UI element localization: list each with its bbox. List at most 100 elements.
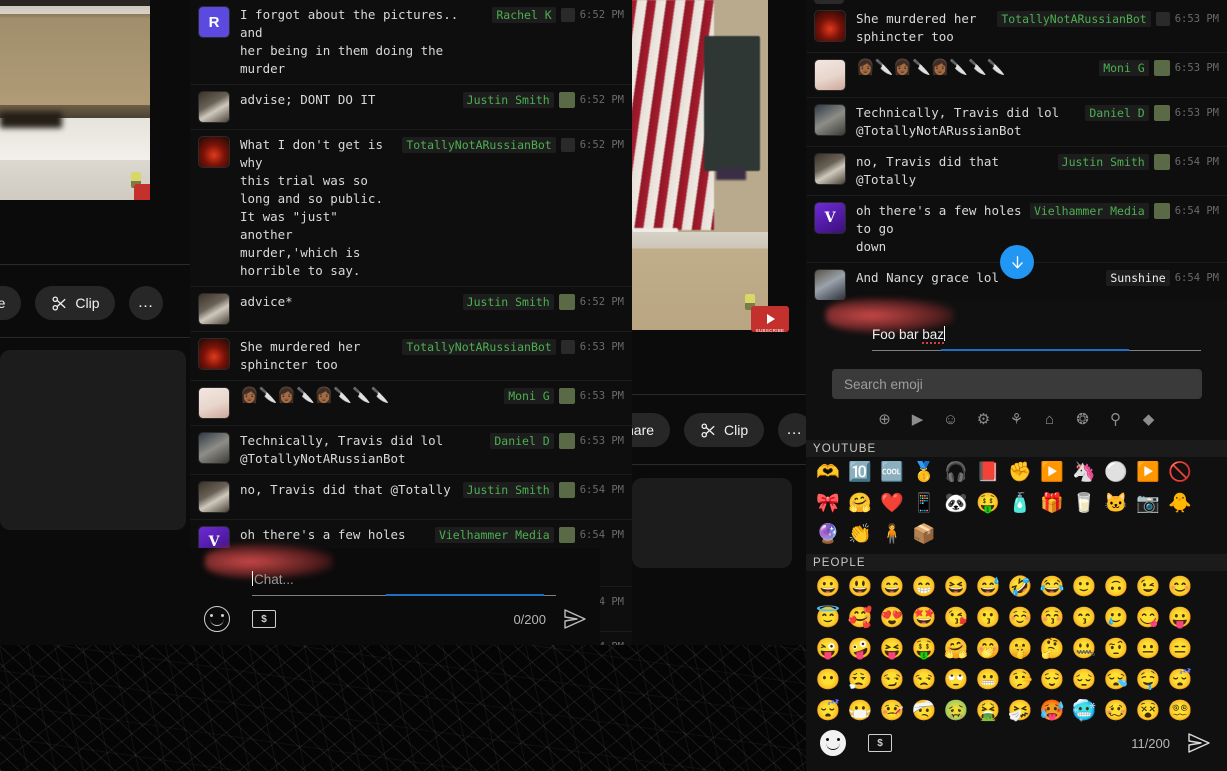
emoji-button[interactable]: 🙂: [1068, 571, 1100, 602]
emoji-button[interactable]: ✊: [1004, 457, 1036, 488]
emoji-button[interactable]: ▶️: [1036, 457, 1068, 488]
emoji-button[interactable]: 🤣: [1004, 571, 1036, 602]
avatar[interactable]: [814, 10, 846, 42]
emoji-button[interactable]: 😴: [812, 695, 844, 726]
video-player-middle[interactable]: [632, 0, 768, 330]
chat-input-left[interactable]: Chat...: [252, 570, 556, 596]
emoji-button[interactable]: 🤗: [940, 633, 972, 664]
emoji-button[interactable]: 🥵: [1036, 695, 1068, 726]
avatar[interactable]: [198, 481, 230, 513]
emoji-button[interactable]: 🐼: [940, 488, 972, 519]
emoji-button[interactable]: 😛: [1164, 602, 1196, 633]
emoji-button[interactable]: 🤧: [1004, 695, 1036, 726]
emoji-button[interactable]: 🦄: [1068, 457, 1100, 488]
chat-author-name[interactable]: Sunshine: [1106, 270, 1169, 286]
emoji-picker-button-left[interactable]: [204, 606, 230, 632]
chat-message-row[interactable]: RI forgot about the pictures.. and her b…: [190, 0, 632, 85]
emoji-button[interactable]: 😗: [972, 602, 1004, 633]
send-button-left[interactable]: [564, 609, 586, 629]
emoji-button[interactable]: 🤭: [972, 633, 1004, 664]
chat-message-row[interactable]: advise; DONT DO ITJustin Smith6:52 PM: [190, 85, 632, 130]
chat-author-name[interactable]: Vielhammer Media: [1030, 203, 1149, 219]
emoji-button[interactable]: 🤥: [1004, 664, 1036, 695]
chat-input-right[interactable]: Foo bar baz: [872, 325, 1201, 351]
emoji-button[interactable]: 🚫: [1164, 457, 1196, 488]
emoji-button[interactable]: 😏: [876, 664, 908, 695]
chat-message-row[interactable]: She murdered her sphincter tooTotallyNot…: [806, 4, 1227, 53]
emoji-button[interactable]: 🤑: [908, 633, 940, 664]
emoji-button[interactable]: 😁: [908, 571, 940, 602]
youtube-icon[interactable]: ▶: [907, 408, 929, 430]
super-chat-button-left[interactable]: $: [252, 610, 276, 628]
lightbulb-icon[interactable]: ⚲: [1105, 408, 1127, 430]
emoji-button[interactable]: 🔮: [812, 519, 844, 550]
emoji-button[interactable]: 😄: [876, 571, 908, 602]
avatar[interactable]: [198, 91, 230, 123]
chat-author-name[interactable]: Daniel D: [1085, 105, 1148, 121]
emoji-button[interactable]: 😶: [812, 664, 844, 695]
emoji-button[interactable]: 🐱: [1100, 488, 1132, 519]
avatar[interactable]: [814, 59, 846, 91]
emoji-button[interactable]: 🥶: [1068, 695, 1100, 726]
emoji-button[interactable]: 📕: [972, 457, 1004, 488]
clip-button[interactable]: Clip: [35, 286, 115, 320]
emoji-button[interactable]: 😃: [844, 571, 876, 602]
emoji-button[interactable]: 🧴: [1004, 488, 1036, 519]
emoji-button[interactable]: 🤢: [940, 695, 972, 726]
chat-author-name[interactable]: Moni G: [1099, 60, 1149, 76]
share-button[interactable]: Share: [0, 286, 21, 320]
emoji-button[interactable]: 🔟: [844, 457, 876, 488]
emoji-button[interactable]: 😑: [1164, 633, 1196, 664]
emoji-button[interactable]: 😂: [1036, 571, 1068, 602]
avatar[interactable]: [814, 153, 846, 185]
send-button-right[interactable]: [1188, 733, 1210, 753]
celebration-icon[interactable]: ⚘: [1006, 408, 1028, 430]
emoji-button[interactable]: 📷: [1132, 488, 1164, 519]
avatar[interactable]: [198, 293, 230, 325]
emoji-button[interactable]: ▶️: [1132, 457, 1164, 488]
clip-button-mid[interactable]: Clip: [684, 413, 764, 447]
emoji-button[interactable]: 🤩: [908, 602, 940, 633]
emoji-button[interactable]: 🎁: [1036, 488, 1068, 519]
chat-message-row[interactable]: no, Travis did that @TotallyJustin Smith…: [190, 475, 632, 520]
emoji-button[interactable]: 🤔: [1036, 633, 1068, 664]
chat-author-name[interactable]: TotallyNotARussianBot: [402, 339, 555, 355]
video-player-left[interactable]: SUBSCRIBE: [0, 0, 150, 200]
chat-message-row[interactable]: 👩🏾🔪👩🏾🔪👩🏾🔪🔪🔪Moni G6:53 PM: [806, 53, 1227, 98]
chat-author-name[interactable]: Justin Smith: [463, 482, 554, 498]
scroll-to-bottom-button[interactable]: [1000, 245, 1034, 279]
emoji-button[interactable]: 😘: [940, 602, 972, 633]
emoji-search-input[interactable]: Search emoji: [832, 369, 1202, 399]
emoji-button[interactable]: 🥛: [1068, 488, 1100, 519]
emoji-button[interactable]: 🧍: [876, 519, 908, 550]
emoji-button[interactable]: 🎀: [812, 488, 844, 519]
chat-message-row[interactable]: She murdered her sphincter tooTotallyNot…: [190, 332, 632, 381]
avatar[interactable]: [198, 387, 230, 419]
avatar[interactable]: [814, 104, 846, 136]
avatar[interactable]: [198, 432, 230, 464]
activities-ball-icon[interactable]: ❂: [1072, 408, 1094, 430]
travel-car-icon[interactable]: ⌂: [1039, 408, 1061, 430]
emoji-button[interactable]: 😷: [844, 695, 876, 726]
emoji-button[interactable]: 😌: [1036, 664, 1068, 695]
emoji-button[interactable]: 😙: [1068, 602, 1100, 633]
emoji-button[interactable]: 😝: [876, 633, 908, 664]
emoji-button[interactable]: 🤐: [1068, 633, 1100, 664]
emoji-button[interactable]: 🤕: [908, 695, 940, 726]
emoji-button[interactable]: 🙃: [1100, 571, 1132, 602]
chat-author-name[interactable]: Rachel K: [492, 7, 555, 23]
emoji-button[interactable]: 🤫: [1004, 633, 1036, 664]
emoji-button[interactable]: 🤗: [844, 488, 876, 519]
super-chat-button-right[interactable]: $: [868, 734, 892, 752]
chat-message-row[interactable]: Technically, Travis did lol @TotallyNotA…: [190, 426, 632, 475]
chat-message-row[interactable]: Technically, Travis did lol @TotallyNotA…: [806, 98, 1227, 147]
emoji-button[interactable]: 🐥: [1164, 488, 1196, 519]
emoji-button[interactable]: 😪: [1100, 664, 1132, 695]
emoji-button[interactable]: 😜: [812, 633, 844, 664]
emoji-button[interactable]: 😔: [1068, 664, 1100, 695]
chat-author-name[interactable]: TotallyNotARussianBot: [997, 11, 1150, 27]
emoji-button[interactable]: 🫶: [812, 457, 844, 488]
emoji-button[interactable]: 📦: [908, 519, 940, 550]
emoji-button[interactable]: 🤮: [972, 695, 1004, 726]
emoji-button[interactable]: 😵: [1132, 695, 1164, 726]
